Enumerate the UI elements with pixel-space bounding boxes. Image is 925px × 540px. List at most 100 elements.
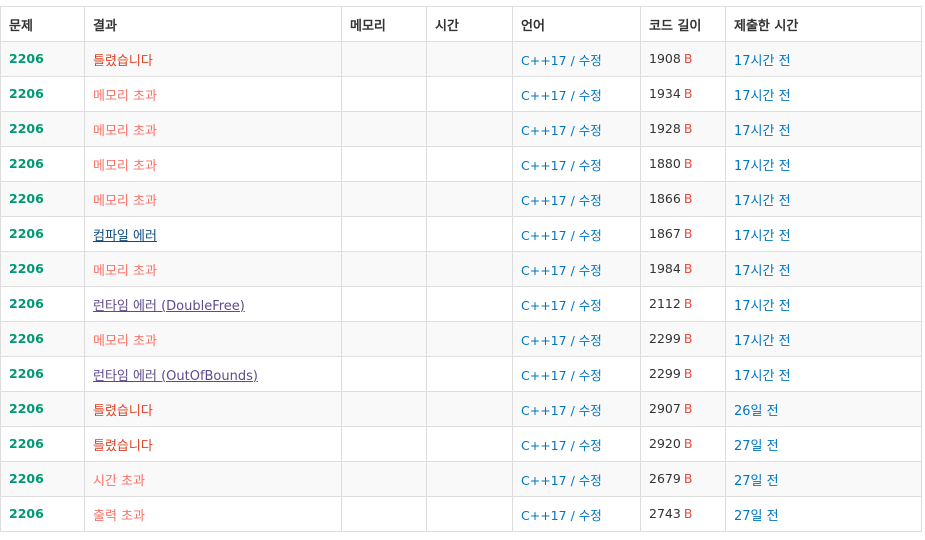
language-link[interactable]: C++17 <box>521 228 567 243</box>
code-length-cell: 1908 B <box>640 41 726 77</box>
problem-cell: 2206 <box>0 216 85 252</box>
edit-link[interactable]: 수정 <box>579 508 602 523</box>
problem-cell: 2206 <box>0 461 85 497</box>
edit-link[interactable]: 수정 <box>579 473 602 488</box>
language-link[interactable]: C++17 <box>521 298 567 313</box>
result-cell: 메모리 초과 <box>84 321 342 357</box>
problem-link[interactable]: 2206 <box>9 366 44 381</box>
memory-cell <box>341 146 427 182</box>
language-separator: / <box>566 367 579 383</box>
submit-time-link[interactable]: 17시간 전 <box>734 89 791 104</box>
header-memory: 메모리 <box>341 6 427 42</box>
language-link[interactable]: C++17 <box>521 333 567 348</box>
edit-link[interactable]: 수정 <box>579 438 602 453</box>
result-text: 메모리 초과 <box>93 333 157 349</box>
problem-link[interactable]: 2206 <box>9 156 44 171</box>
submit-time-link[interactable]: 17시간 전 <box>734 54 791 69</box>
result-text[interactable]: 런타임 에러 (OutOfBounds) <box>93 369 258 384</box>
memory-cell <box>341 216 427 252</box>
memory-cell <box>341 496 427 532</box>
code-length-value: 1866 <box>649 191 681 206</box>
submit-time-link[interactable]: 17시간 전 <box>734 229 791 244</box>
language-link[interactable]: C++17 <box>521 88 567 103</box>
edit-link[interactable]: 수정 <box>579 123 602 138</box>
edit-link[interactable]: 수정 <box>579 88 602 103</box>
language-separator: / <box>566 262 579 278</box>
language-link[interactable]: C++17 <box>521 263 567 278</box>
language-link[interactable]: C++17 <box>521 368 567 383</box>
language-link[interactable]: C++17 <box>521 403 567 418</box>
result-cell: 시간 초과 <box>84 461 342 497</box>
submit-time-link[interactable]: 17시간 전 <box>734 299 791 314</box>
problem-link[interactable]: 2206 <box>9 471 44 486</box>
language-cell: C++17 / 수정 <box>512 146 641 182</box>
edit-link[interactable]: 수정 <box>579 158 602 173</box>
code-length-value: 1880 <box>649 156 681 171</box>
edit-link[interactable]: 수정 <box>579 368 602 383</box>
submit-time-link[interactable]: 27일 전 <box>734 509 779 524</box>
time-cell <box>426 426 513 462</box>
result-cell: 컴파일 에러 <box>84 216 342 252</box>
edit-link[interactable]: 수정 <box>579 228 602 243</box>
result-text[interactable]: 컴파일 에러 <box>93 229 157 244</box>
language-link[interactable]: C++17 <box>521 158 567 173</box>
problem-link[interactable]: 2206 <box>9 296 44 311</box>
problem-link[interactable]: 2206 <box>9 401 44 416</box>
problem-link[interactable]: 2206 <box>9 331 44 346</box>
edit-link[interactable]: 수정 <box>579 403 602 418</box>
code-length-unit: B <box>683 401 693 416</box>
language-cell: C++17 / 수정 <box>512 216 641 252</box>
language-link[interactable]: C++17 <box>521 438 567 453</box>
table-row: 2206 틀렸습니다 C++17 / 수정 2907 B 26일 전 <box>0 391 922 427</box>
code-length-cell: 1928 B <box>640 111 726 147</box>
code-length-value: 2299 <box>649 331 681 346</box>
code-length-cell: 2299 B <box>640 356 726 392</box>
submit-time-link[interactable]: 17시간 전 <box>734 334 791 349</box>
submit-time-link[interactable]: 17시간 전 <box>734 264 791 279</box>
language-separator: / <box>566 52 579 68</box>
problem-cell: 2206 <box>0 356 85 392</box>
language-link[interactable]: C++17 <box>521 508 567 523</box>
code-length-cell: 2907 B <box>640 391 726 427</box>
submit-time-cell: 17시간 전 <box>725 146 922 182</box>
submit-time-link[interactable]: 17시간 전 <box>734 159 791 174</box>
submit-time-link[interactable]: 27일 전 <box>734 474 779 489</box>
edit-link[interactable]: 수정 <box>579 53 602 68</box>
problem-link[interactable]: 2206 <box>9 261 44 276</box>
problem-link[interactable]: 2206 <box>9 191 44 206</box>
edit-link[interactable]: 수정 <box>579 333 602 348</box>
submit-time-link[interactable]: 17시간 전 <box>734 369 791 384</box>
code-length-cell: 2299 B <box>640 321 726 357</box>
submit-time-link[interactable]: 26일 전 <box>734 404 779 419</box>
problem-link[interactable]: 2206 <box>9 121 44 136</box>
result-text[interactable]: 런타임 에러 (DoubleFree) <box>93 299 245 314</box>
result-text: 메모리 초과 <box>93 158 157 174</box>
submit-time-cell: 17시간 전 <box>725 111 922 147</box>
problem-link[interactable]: 2206 <box>9 506 44 521</box>
problem-link[interactable]: 2206 <box>9 436 44 451</box>
problem-link[interactable]: 2206 <box>9 86 44 101</box>
code-length-unit: B <box>683 86 693 101</box>
language-link[interactable]: C++17 <box>521 123 567 138</box>
code-length-cell: 1867 B <box>640 216 726 252</box>
submit-time-cell: 17시간 전 <box>725 76 922 112</box>
edit-link[interactable]: 수정 <box>579 193 602 208</box>
problem-link[interactable]: 2206 <box>9 51 44 66</box>
code-length-unit: B <box>683 331 693 346</box>
submit-time-link[interactable]: 27일 전 <box>734 439 779 454</box>
language-link[interactable]: C++17 <box>521 193 567 208</box>
language-link[interactable]: C++17 <box>521 53 567 68</box>
language-separator: / <box>566 157 579 173</box>
problem-cell: 2206 <box>0 76 85 112</box>
problem-link[interactable]: 2206 <box>9 226 44 241</box>
language-link[interactable]: C++17 <box>521 473 567 488</box>
submit-time-link[interactable]: 17시간 전 <box>734 124 791 139</box>
submit-time-cell: 17시간 전 <box>725 321 922 357</box>
edit-link[interactable]: 수정 <box>579 298 602 313</box>
language-separator: / <box>566 332 579 348</box>
edit-link[interactable]: 수정 <box>579 263 602 278</box>
language-cell: C++17 / 수정 <box>512 41 641 77</box>
submit-time-link[interactable]: 17시간 전 <box>734 194 791 209</box>
time-cell <box>426 146 513 182</box>
time-cell <box>426 461 513 497</box>
